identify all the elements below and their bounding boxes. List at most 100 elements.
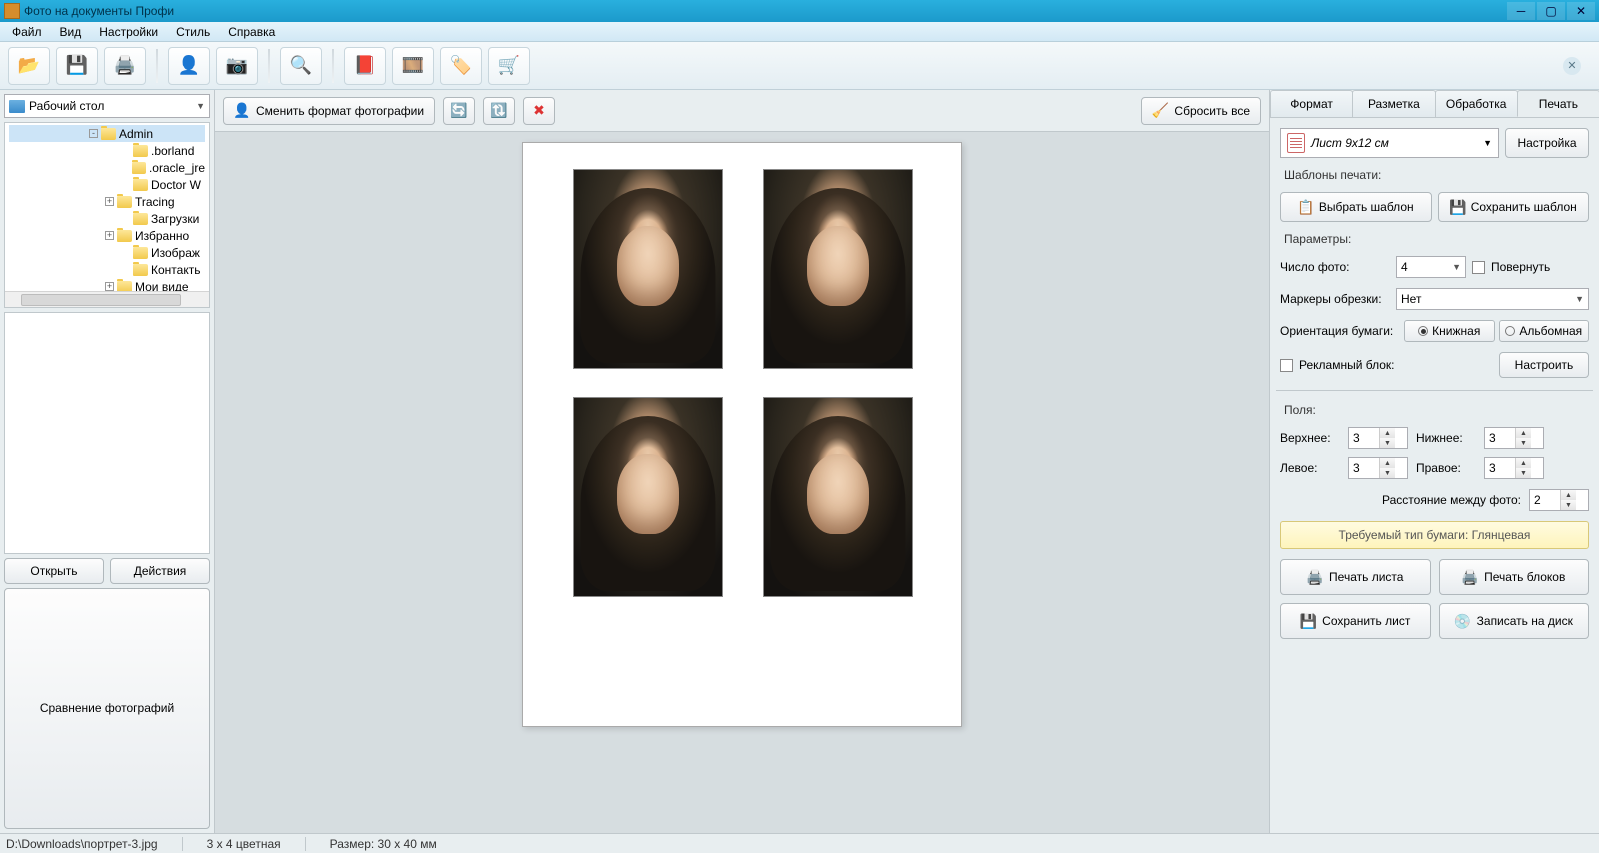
canvas[interactable]	[215, 132, 1269, 833]
tree-node[interactable]: Контакть	[9, 261, 205, 278]
chevron-down-icon: ▼	[196, 101, 205, 111]
photo-4[interactable]	[763, 397, 913, 597]
expand-toggle[interactable]: +	[105, 282, 114, 291]
adblock-checkbox[interactable]	[1280, 359, 1293, 372]
close-window-button[interactable]: ✕	[1567, 2, 1595, 20]
delete-button[interactable]: ✖	[523, 97, 555, 125]
photo-2[interactable]	[763, 169, 913, 369]
select-template-button[interactable]: 📋Выбрать шаблон	[1280, 192, 1432, 222]
tree-node[interactable]: Doctor W	[9, 176, 205, 193]
margin-right-spinner[interactable]: ▲▼	[1484, 457, 1544, 479]
print-sheet-button[interactable]: 🖨️Печать листа	[1280, 559, 1431, 595]
menu-view[interactable]: Вид	[52, 23, 90, 41]
sheet-size-select[interactable]: Лист 9x12 см ▼	[1280, 128, 1499, 158]
scrollbar-thumb[interactable]	[21, 294, 181, 306]
camera-button[interactable]: 📷	[216, 47, 258, 85]
rotate-checkbox[interactable]	[1472, 261, 1485, 274]
spin-down-icon[interactable]: ▼	[1516, 468, 1531, 478]
crop-markers-select[interactable]: Нет▼	[1396, 288, 1589, 310]
spin-up-icon[interactable]: ▲	[1516, 428, 1531, 438]
sheet-settings-button[interactable]: Настройка	[1505, 128, 1589, 158]
tree-node[interactable]: Загрузки	[9, 210, 205, 227]
expand-toggle[interactable]: +	[105, 231, 114, 240]
tree-node[interactable]: -Admin	[9, 125, 205, 142]
tab-format[interactable]: Формат	[1270, 90, 1353, 117]
right-panel: Формат Разметка Обработка Печать Лист 9x…	[1269, 90, 1599, 833]
compare-photos-button[interactable]: Сравнение фотографий	[4, 588, 210, 830]
photo-3[interactable]	[573, 397, 723, 597]
maximize-button[interactable]: ▢	[1537, 2, 1565, 20]
tag-icon: 🏷️	[449, 54, 473, 78]
photo-1[interactable]	[573, 169, 723, 369]
actions-button[interactable]: Действия	[110, 558, 210, 584]
spin-up-icon[interactable]: ▲	[1516, 458, 1531, 468]
reset-all-button[interactable]: 🧹 Сбросить все	[1141, 97, 1261, 125]
menu-style[interactable]: Стиль	[168, 23, 218, 41]
menu-help[interactable]: Справка	[220, 23, 283, 41]
cart-button[interactable]: 🛒	[488, 47, 530, 85]
spin-down-icon[interactable]: ▼	[1380, 438, 1395, 448]
zoom-button[interactable]: 🔍	[280, 47, 322, 85]
gap-spinner[interactable]: ▲▼	[1529, 489, 1589, 511]
save-button[interactable]: 💾	[56, 47, 98, 85]
tabs: Формат Разметка Обработка Печать	[1270, 90, 1599, 118]
orientation-portrait-radio[interactable]: Книжная	[1404, 320, 1495, 342]
tree-node[interactable]: + Избранно	[9, 227, 205, 244]
folder-icon	[133, 247, 148, 259]
flip-vertical-button[interactable]: 🔃	[483, 97, 515, 125]
app-title: Фото на документы Профи	[24, 4, 174, 18]
save-sheet-button[interactable]: 💾Сохранить лист	[1280, 603, 1431, 639]
separator	[268, 49, 270, 83]
location-combo[interactable]: Рабочий стол ▼	[4, 94, 210, 118]
expand-toggle[interactable]: +	[105, 197, 114, 206]
adblock-configure-button[interactable]: Настроить	[1499, 352, 1589, 378]
disc-icon: 💿	[1455, 613, 1471, 629]
spin-up-icon[interactable]: ▲	[1380, 458, 1395, 468]
margin-bottom-spinner[interactable]: ▲▼	[1484, 427, 1544, 449]
close-panel-button[interactable]: ✕	[1563, 57, 1581, 75]
menu-file[interactable]: Файл	[4, 23, 50, 41]
flip-h-icon: 🔄	[451, 103, 467, 119]
change-format-button[interactable]: 👤 Сменить формат фотографии	[223, 97, 435, 125]
spin-down-icon[interactable]: ▼	[1561, 500, 1576, 510]
thumbnail-area[interactable]	[4, 312, 210, 554]
photo-count-select[interactable]: 4▼	[1396, 256, 1466, 278]
center-toolbar: 👤 Сменить формат фотографии 🔄 🔃 ✖ 🧹 Сбро…	[215, 90, 1269, 132]
print-blocks-button[interactable]: 🖨️Печать блоков	[1439, 559, 1590, 595]
print-button[interactable]: 🖨️	[104, 47, 146, 85]
tree-node[interactable]: .oracle_jre	[9, 159, 205, 176]
tree-node[interactable]: Изображ	[9, 244, 205, 261]
save-icon: 💾	[1300, 613, 1316, 629]
menu-settings[interactable]: Настройки	[91, 23, 166, 41]
folder-icon	[101, 128, 116, 140]
tree-node[interactable]: .borland	[9, 142, 205, 159]
reel-button[interactable]: 🎞️	[392, 47, 434, 85]
spin-down-icon[interactable]: ▼	[1380, 468, 1395, 478]
save-template-button[interactable]: 💾Сохранить шаблон	[1438, 192, 1590, 222]
spin-up-icon[interactable]: ▲	[1561, 490, 1576, 500]
tab-print[interactable]: Печать	[1517, 90, 1599, 117]
person-button[interactable]: 👤	[168, 47, 210, 85]
flip-horizontal-button[interactable]: 🔄	[443, 97, 475, 125]
tree-label: Избранно	[135, 229, 189, 243]
tab-processing[interactable]: Обработка	[1435, 90, 1518, 117]
folder-tree[interactable]: -Admin.borland .oracle_jreDoctor W+Tracin…	[4, 122, 210, 308]
spin-up-icon[interactable]: ▲	[1380, 428, 1395, 438]
tree-label: .oracle_jre	[149, 161, 205, 175]
open-button[interactable]: Открыть	[4, 558, 104, 584]
margin-top-spinner[interactable]: ▲▼	[1348, 427, 1408, 449]
horizontal-scrollbar[interactable]	[5, 291, 209, 307]
burn-disc-button[interactable]: 💿Записать на диск	[1439, 603, 1590, 639]
tag-button[interactable]: 🏷️	[440, 47, 482, 85]
titlebar: Фото на документы Профи ─ ▢ ✕	[0, 0, 1599, 22]
tree-node[interactable]: +Tracing	[9, 193, 205, 210]
spin-down-icon[interactable]: ▼	[1516, 438, 1531, 448]
tree-label: Контакть	[151, 263, 200, 277]
minimize-button[interactable]: ─	[1507, 2, 1535, 20]
open-folder-button[interactable]: 📂	[8, 47, 50, 85]
orientation-landscape-radio[interactable]: Альбомная	[1499, 320, 1590, 342]
margin-left-spinner[interactable]: ▲▼	[1348, 457, 1408, 479]
book-button[interactable]: 📕	[344, 47, 386, 85]
expand-toggle[interactable]: -	[89, 129, 98, 138]
tab-layout[interactable]: Разметка	[1352, 90, 1435, 117]
